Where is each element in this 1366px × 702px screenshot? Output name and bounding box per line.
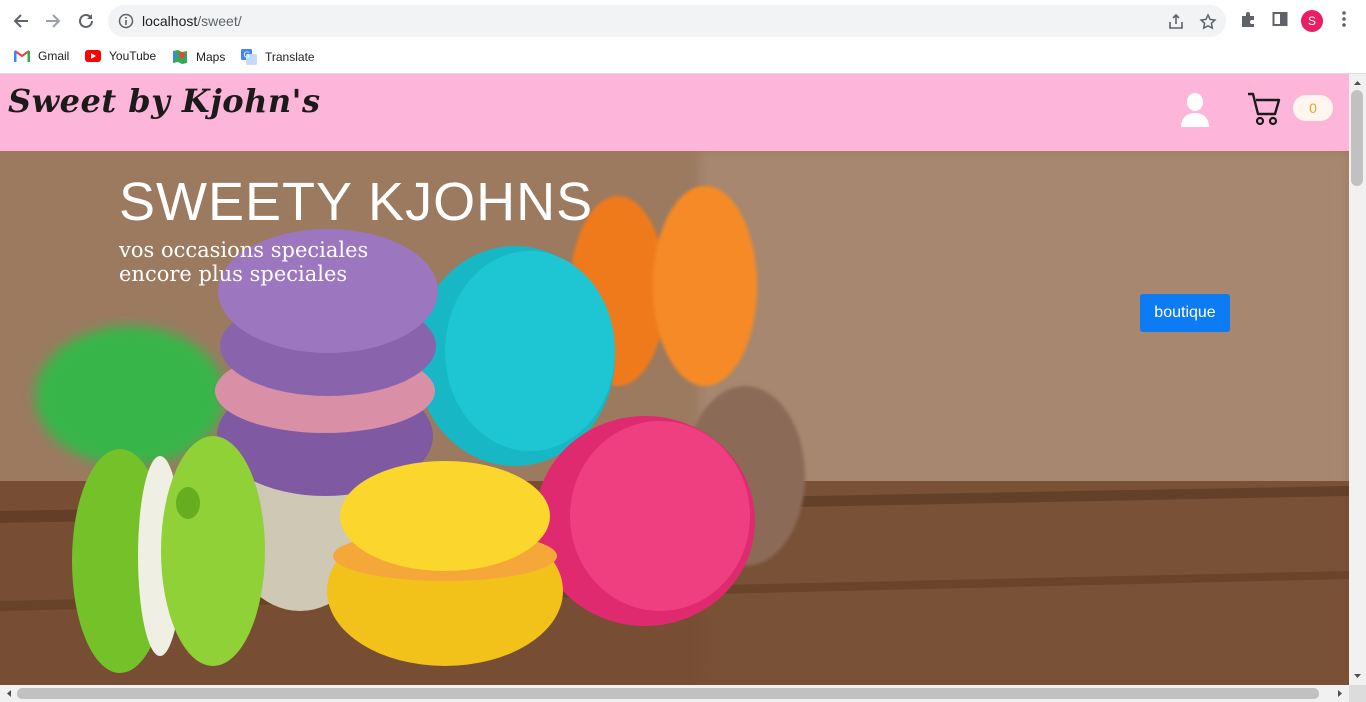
youtube-icon	[85, 50, 101, 62]
info-icon[interactable]	[118, 13, 134, 29]
url-text[interactable]: localhost/sweet/	[142, 13, 242, 29]
back-arrow-icon	[13, 14, 28, 28]
scroll-left-arrow-icon[interactable]	[2, 685, 16, 702]
page-viewport: Sweet by Kjohn's 0 SWEETY KJOHNS vos occ…	[0, 74, 1366, 702]
forward-arrow-icon	[46, 14, 61, 28]
shopping-cart-icon[interactable]	[1247, 91, 1281, 127]
bookmarks-bar: Gmail YouTube Maps G Translate	[0, 42, 1366, 74]
maps-icon	[173, 50, 187, 64]
yellow-macaron	[327, 461, 563, 666]
site-logo[interactable]: Sweet by Kjohn's	[8, 82, 320, 120]
hero-subtitle: vos occasions speciales encore plus spec…	[119, 238, 368, 286]
lime-macaron	[72, 436, 265, 673]
reload-button[interactable]	[74, 9, 98, 33]
hero-subtitle-line2: encore plus speciales	[119, 262, 348, 286]
hero-banner: SWEETY KJOHNS vos occasions speciales en…	[0, 151, 1349, 685]
scrollbar-corner	[1349, 685, 1366, 702]
scroll-down-arrow-icon[interactable]	[1349, 669, 1366, 683]
user-account-icon[interactable]	[1180, 92, 1210, 128]
translate-icon: G	[241, 49, 257, 65]
extensions-icon[interactable]	[1239, 10, 1257, 28]
menu-kebab-icon[interactable]	[1336, 10, 1352, 28]
share-icon[interactable]	[1167, 13, 1185, 31]
boutique-button[interactable]: boutique	[1140, 294, 1230, 332]
scroll-up-arrow-icon[interactable]	[1349, 76, 1366, 90]
bookmark-youtube[interactable]: YouTube	[85, 49, 156, 63]
gmail-icon	[14, 50, 30, 62]
vertical-scrollbar-thumb[interactable]	[1351, 90, 1363, 186]
back-button[interactable]	[9, 9, 33, 33]
reload-icon	[79, 13, 93, 28]
cart-count-badge[interactable]: 0	[1293, 95, 1333, 121]
scroll-right-arrow-icon[interactable]	[1333, 685, 1347, 702]
profile-avatar[interactable]: S	[1301, 10, 1323, 32]
pink-macaron	[535, 416, 755, 626]
bookmark-maps[interactable]: Maps	[172, 49, 225, 65]
hero-subtitle-line1: vos occasions speciales	[119, 238, 369, 262]
bookmark-gmail[interactable]: Gmail	[14, 49, 69, 63]
svg-text:G: G	[244, 51, 250, 60]
address-bar[interactable]: localhost/sweet/	[108, 5, 1226, 37]
side-panel-icon[interactable]	[1271, 10, 1289, 28]
horizontal-scrollbar-thumb[interactable]	[17, 688, 1319, 699]
site-header: Sweet by Kjohn's 0	[0, 74, 1349, 151]
browser-toolbar: localhost/sweet/ S	[0, 0, 1366, 42]
forward-button[interactable]	[41, 9, 65, 33]
bookmark-translate[interactable]: G Translate	[241, 49, 315, 65]
bookmark-star-icon[interactable]	[1199, 13, 1217, 31]
hero-title: SWEETY KJOHNS	[119, 172, 594, 232]
